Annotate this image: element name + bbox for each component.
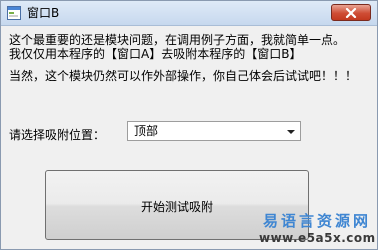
chevron-down-icon[interactable]: [285, 127, 297, 137]
title-bar[interactable]: 窗口B: [1, 1, 377, 26]
main-window: 窗口B 这个最重要的还是模块问题，在调用例子方面，我就简单一点。 我仅仅用本程序…: [0, 0, 378, 250]
close-icon: [345, 8, 357, 18]
client-area: 这个最重要的还是模块问题，在调用例子方面，我就简单一点。 我仅仅用本程序的【窗口…: [1, 26, 377, 249]
watermark-brand: 易语言资源网: [262, 212, 371, 230]
position-select[interactable]: 顶部: [127, 121, 301, 141]
site-watermark: 易语言资源网 www.e5a5x.com: [259, 210, 376, 245]
info-text-line3: 当然，这个模块仍然可以作外部操作，你自己体会后试试吧！！！: [9, 69, 358, 83]
position-label: 请选择吸附位置：: [9, 128, 106, 142]
window-title: 窗口B: [27, 6, 60, 20]
close-button[interactable]: [331, 4, 371, 21]
info-text-line2: 我仅仅用本程序的【窗口A】去吸附本程序的【窗口B】: [9, 47, 302, 61]
watermark-url: www.e5a5x.com: [259, 231, 376, 245]
info-text-line1: 这个最重要的还是模块问题，在调用例子方面，我就简单一点。: [9, 33, 346, 47]
position-select-value: 顶部: [134, 124, 159, 138]
window-app-icon: [7, 5, 21, 20]
